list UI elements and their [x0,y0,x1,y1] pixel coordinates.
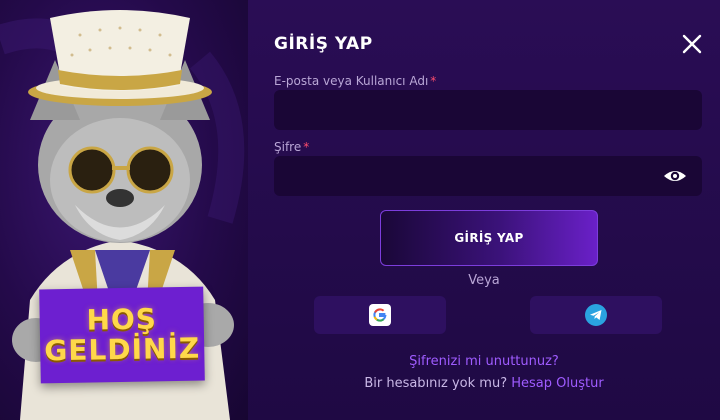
login-form-panel: GİRİŞ YAP E-posta veya Kullanıcı Adı * Şi… [248,0,720,420]
toggle-password-visibility-button[interactable] [662,163,688,189]
close-button[interactable] [680,32,704,56]
google-login-button[interactable] [314,296,446,334]
username-input[interactable] [274,90,702,130]
forgot-password-link[interactable]: Şifrenizi mi unuttunuz? [248,354,720,369]
telegram-login-button[interactable] [530,296,662,334]
welcome-sign: HOŞ GELDİNİZ [39,286,205,384]
password-label-text: Şifre [274,140,302,154]
login-modal: HOŞ GELDİNİZ GİRİŞ YAP E-posta veya Kull… [0,0,720,420]
login-submit-button[interactable]: GİRİŞ YAP [380,210,598,266]
telegram-icon [585,304,607,326]
password-input[interactable] [274,156,702,196]
close-icon [682,34,702,54]
password-required-mark: * [303,140,310,154]
welcome-sign-line1: HOŞ [86,302,158,337]
or-divider-text: Veya [468,273,500,288]
create-account-link[interactable]: Hesap Oluştur [511,376,603,391]
welcome-sign-line2: GELDİNİZ [44,331,201,368]
eye-icon [664,171,686,181]
google-icon [369,304,391,326]
modal-title: GİRİŞ YAP [274,34,373,54]
username-required-mark: * [430,74,437,88]
password-label: Şifre * [274,140,309,154]
hero-panel: HOŞ GELDİNİZ [0,0,248,420]
username-label-text: E-posta veya Kullanıcı Adı [274,74,429,88]
username-label: E-posta veya Kullanıcı Adı * [274,74,436,88]
signup-prompt: Bir hesabınız yok mu? Hesap Oluştur [248,376,720,391]
no-account-text: Bir hesabınız yok mu? [364,376,508,391]
